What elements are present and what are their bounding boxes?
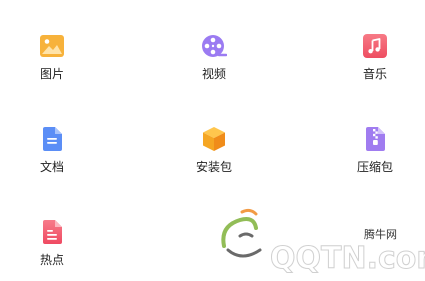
category-archives[interactable]: 压缩包 [335, 126, 415, 188]
category-music[interactable]: 音乐 [335, 33, 415, 95]
category-install-packages[interactable]: 安装包 [174, 126, 254, 188]
music-icon [363, 34, 387, 58]
category-label: 视频 [201, 67, 226, 81]
video-reel-icon [202, 35, 227, 57]
category-videos[interactable]: 视频 [174, 33, 254, 95]
category-label: 热点 [39, 253, 64, 267]
hotspot-doc-icon [43, 220, 62, 244]
category-label: 安装包 [195, 160, 232, 174]
document-icon [43, 127, 62, 151]
zip-archive-icon [366, 127, 385, 151]
category-label: 文档 [39, 160, 64, 174]
image-icon [40, 35, 64, 57]
category-label: 压缩包 [356, 160, 393, 174]
category-documents[interactable]: 文档 [12, 126, 92, 188]
watermark-brand-en: QQTN.com [270, 241, 425, 276]
category-label: 音乐 [362, 67, 387, 81]
watermark-brand-cn: 腾牛网 [364, 227, 397, 241]
watermark-logo: 腾牛网 QQTN.com [221, 208, 425, 276]
category-label: 图片 [39, 67, 64, 81]
package-box-icon [203, 127, 225, 151]
category-images[interactable]: 图片 [12, 33, 92, 95]
category-hotspot[interactable]: 热点 [12, 219, 92, 281]
